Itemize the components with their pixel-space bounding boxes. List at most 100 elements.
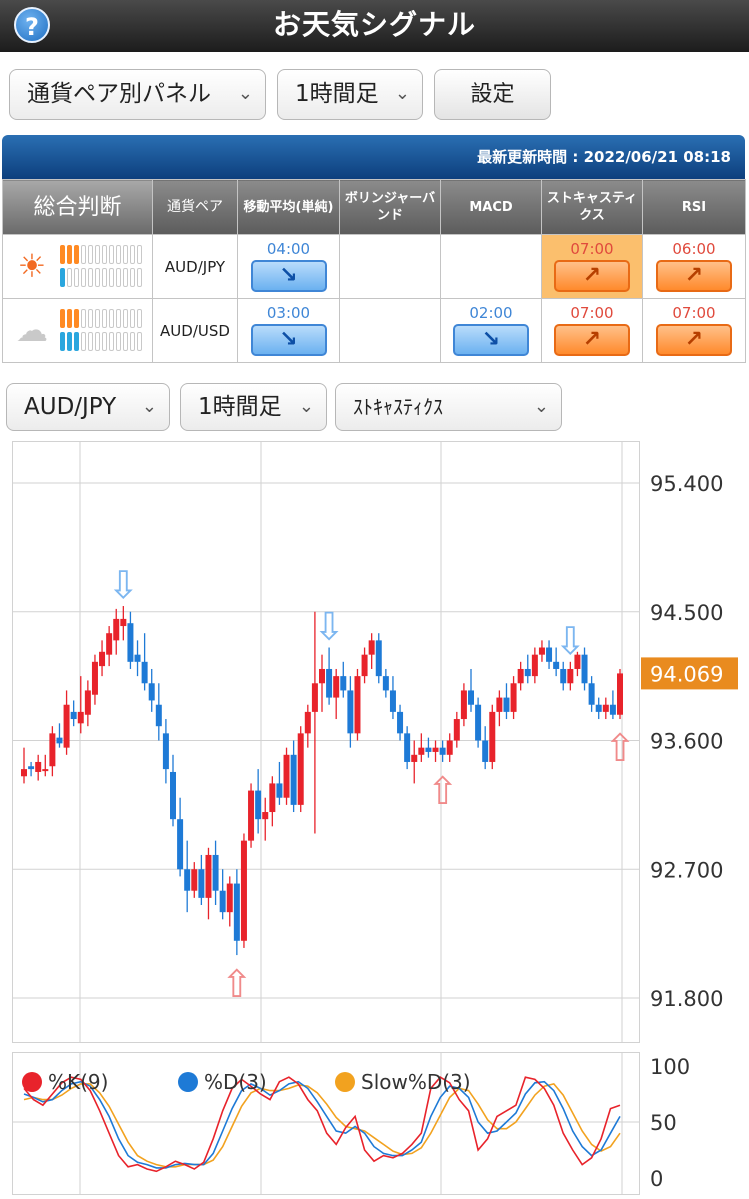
candle-body — [113, 618, 120, 641]
candle-body — [524, 668, 531, 677]
candle-body — [262, 812, 269, 820]
sell-arrow-icon: ⇩ — [313, 605, 345, 649]
candle-body — [240, 840, 247, 941]
legend-k: %K(9) — [22, 1070, 108, 1094]
buy-arrow-icon: ⇧ — [427, 769, 459, 813]
candle-body — [148, 683, 155, 701]
y-tick-label: 0 — [650, 1167, 663, 1191]
candle-body — [567, 668, 574, 684]
candle-body — [198, 869, 205, 898]
candle-body — [439, 747, 446, 755]
candle-body — [49, 733, 56, 767]
candle-body — [553, 661, 560, 669]
candle-body — [496, 697, 503, 712]
candle-body — [319, 668, 325, 684]
y-tick-label: 94.500 — [650, 601, 723, 625]
candle-body — [546, 647, 553, 662]
candle-body — [248, 790, 255, 841]
candle-body — [170, 771, 176, 820]
candle-body — [361, 654, 368, 677]
candle-body — [276, 783, 283, 798]
candle-body — [304, 711, 311, 734]
buy-arrow-icon: ⇧ — [221, 962, 253, 1006]
candle-body — [77, 711, 84, 724]
legend-k-label: %K(9) — [48, 1070, 109, 1094]
candle-body — [120, 618, 127, 627]
candle-body — [617, 673, 623, 715]
candle-body — [468, 690, 474, 705]
candle-body — [290, 754, 297, 805]
candle-body — [560, 668, 567, 684]
candle-body — [106, 633, 113, 655]
candle-body — [482, 740, 489, 762]
series-k-line — [23, 1076, 621, 1173]
legend-slowd-label: Slow%D(3) — [361, 1070, 471, 1094]
legend-k-swatch — [22, 1072, 42, 1092]
candle-body — [425, 747, 432, 752]
candle-body — [517, 668, 524, 684]
candle-body — [326, 668, 333, 698]
candle-body — [99, 651, 106, 667]
candle-body — [184, 869, 191, 891]
y-tick-label: 50 — [650, 1111, 677, 1135]
legend-d-label: %D(3) — [204, 1070, 267, 1094]
candle-body — [389, 690, 396, 712]
candle-body — [382, 676, 389, 691]
candle-body — [347, 690, 354, 734]
candle-body — [595, 704, 602, 712]
candle-body — [63, 704, 70, 748]
candle-body — [283, 754, 290, 798]
sell-arrow-icon: ⇩ — [554, 619, 586, 663]
candle-body — [219, 890, 226, 913]
candle-body — [91, 661, 98, 695]
candle-body — [609, 704, 616, 715]
candle-body — [255, 790, 262, 820]
sell-arrow-icon: ⇩ — [107, 563, 139, 607]
y-tick-label: 93.600 — [650, 730, 723, 754]
candle-body — [70, 711, 77, 720]
candle-body — [404, 733, 411, 762]
candle-body — [397, 711, 404, 734]
candle-body — [311, 683, 318, 712]
series-d-line — [23, 1080, 621, 1169]
candle-body — [588, 683, 595, 705]
candle-body — [177, 819, 184, 870]
candle-body — [35, 761, 42, 772]
candle-body — [475, 704, 482, 741]
legend-slowd-swatch — [335, 1072, 355, 1092]
candle-body — [489, 711, 496, 762]
candle-body — [531, 654, 538, 677]
candle-body — [28, 766, 35, 770]
candle-body — [162, 733, 169, 770]
candle-body — [141, 661, 148, 684]
candle-body — [446, 740, 453, 755]
candle-body — [333, 676, 340, 698]
candle-body — [510, 683, 517, 712]
candle-body — [56, 737, 63, 744]
legend-d: %D(3) — [178, 1070, 267, 1094]
candle-body — [418, 747, 425, 755]
y-tick-label: 91.800 — [650, 987, 723, 1011]
y-tick-label: 92.700 — [650, 858, 723, 882]
candle-body — [432, 747, 439, 752]
candle-body — [368, 640, 375, 655]
candle-body — [191, 869, 198, 891]
candle-body — [155, 704, 162, 727]
candle-body — [354, 676, 361, 734]
buy-arrow-icon: ⇧ — [604, 726, 636, 770]
candle-body — [297, 733, 304, 805]
candle-body — [503, 697, 510, 712]
candle-body — [226, 883, 233, 913]
candle-body — [205, 854, 212, 898]
candle-body — [134, 654, 141, 662]
candle-body — [84, 690, 91, 715]
candle-body — [233, 883, 240, 941]
candle-body — [127, 623, 134, 662]
candle-body — [375, 640, 382, 677]
current-price-label: 94.069 — [650, 662, 723, 686]
y-tick-label: 95.400 — [650, 472, 723, 496]
candle-body — [42, 769, 49, 772]
candle-body — [460, 690, 467, 720]
candle-body — [602, 704, 609, 712]
legend-d-swatch — [178, 1072, 198, 1092]
